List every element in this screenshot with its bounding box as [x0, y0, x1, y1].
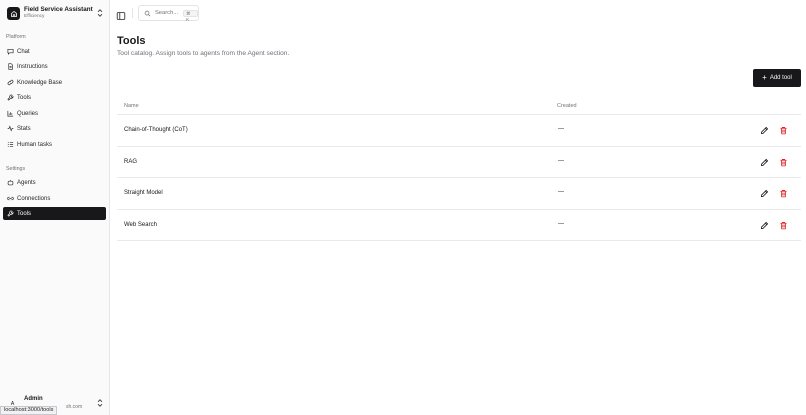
- pencil-icon: [760, 221, 769, 229]
- table-row: RAG —: [117, 147, 801, 178]
- search-placeholder: Search...: [154, 10, 179, 16]
- delete-button[interactable]: [779, 189, 788, 198]
- link-icon: [7, 196, 14, 201]
- sidebar-toggle-button[interactable]: [116, 8, 126, 20]
- delete-button[interactable]: [779, 221, 788, 230]
- plus-icon: +: [762, 73, 767, 82]
- chat-icon: [7, 48, 14, 55]
- table-row: Chain-of-Thought (CoT) —: [117, 115, 801, 147]
- tool-name: Web Search: [124, 221, 157, 228]
- chevrons-up-down-icon: [97, 9, 103, 17]
- tool-created: —: [558, 220, 564, 227]
- tool-name: Chain-of-Thought (CoT): [124, 127, 188, 133]
- pencil-icon: [760, 189, 769, 198]
- sidebar-item-tools-settings[interactable]: Tools: [3, 207, 106, 220]
- tool-created: —: [558, 157, 564, 164]
- column-header-created: Created: [557, 103, 577, 109]
- topbar-divider: [132, 8, 133, 18]
- add-tool-label: Add tool: [769, 75, 792, 81]
- wrench-icon: [7, 94, 14, 101]
- sidebar-item-label: Tools: [17, 210, 32, 217]
- column-header-name: Name: [124, 103, 139, 109]
- search-input[interactable]: Search... ⌘ K: [138, 5, 199, 22]
- sidebar-item-label: Chat: [17, 48, 30, 55]
- sidebar-item-chat[interactable]: Chat: [3, 45, 106, 58]
- chevrons-up-down-icon: [97, 399, 103, 407]
- sidebar-item-label: Agents: [17, 179, 36, 186]
- page-subtitle: Tool catalog. Assign tools to agents fro…: [117, 50, 290, 57]
- sidebar-item-agents[interactable]: Agents: [3, 176, 106, 189]
- edit-button[interactable]: [760, 126, 769, 135]
- document-icon: [8, 63, 13, 70]
- sidebar-item-label: Human tasks: [17, 141, 53, 148]
- activity-icon: [7, 125, 14, 132]
- status-bar-url: localhost:3000/tools: [0, 406, 58, 415]
- tool-name: RAG: [124, 158, 138, 165]
- sidebar-item-connections[interactable]: Connections: [3, 192, 106, 205]
- sidebar-item-instructions[interactable]: Instructions: [3, 60, 106, 73]
- trash-icon: [780, 221, 787, 229]
- sidebar-item-queries[interactable]: Queries: [3, 107, 106, 120]
- edit-button[interactable]: [760, 189, 769, 198]
- sidebar-item-label: Knowledge Base: [17, 79, 63, 86]
- trash-icon: [780, 189, 787, 198]
- search-shortcut-badge: ⌘ K: [183, 9, 198, 22]
- list-icon: [7, 142, 14, 147]
- user-email: sh.com: [66, 404, 83, 410]
- delete-button[interactable]: [779, 158, 788, 167]
- chart-icon: [7, 110, 14, 117]
- edit-button[interactable]: [760, 158, 769, 167]
- org-switcher[interactable]: Field Service Assistant Efficiency: [4, 4, 106, 23]
- search-icon: [144, 10, 151, 16]
- add-tool-button[interactable]: + Add tool: [753, 69, 801, 87]
- org-logo-icon: [7, 7, 20, 20]
- user-name: Admin: [24, 396, 43, 402]
- tool-created: —: [558, 189, 564, 195]
- sidebar-panel-icon: [116, 12, 126, 20]
- sidebar-item-human-tasks[interactable]: Human tasks: [3, 138, 106, 151]
- sidebar-item-knowledge-base[interactable]: Knowledge Base: [3, 76, 106, 89]
- table-row: Straight Model —: [117, 178, 801, 210]
- org-name: Field Service Assistant: [24, 6, 93, 14]
- sidebar: Field Service Assistant Efficiency Platf…: [0, 0, 110, 415]
- tool-name: Straight Model: [124, 190, 163, 196]
- sidebar-item-label: Queries: [17, 110, 39, 117]
- sidebar-item-tools[interactable]: Tools: [3, 91, 106, 104]
- trash-icon: [780, 126, 787, 135]
- sidebar-item-label: Instructions: [17, 63, 48, 70]
- bot-icon: [7, 180, 14, 186]
- wrench-icon: [7, 210, 14, 217]
- sidebar-item-label: Tools: [17, 94, 32, 101]
- table-row: Web Search —: [117, 210, 801, 241]
- tool-created: —: [558, 126, 564, 132]
- delete-button[interactable]: [779, 126, 788, 135]
- pencil-icon: [760, 158, 769, 166]
- page-title: Tools: [117, 35, 146, 47]
- platform-section-label: Platform: [6, 34, 26, 40]
- settings-section-label: Settings: [6, 166, 26, 172]
- pencil-icon: [760, 126, 769, 135]
- trash-icon: [780, 158, 787, 166]
- link-icon: [7, 79, 14, 86]
- edit-button[interactable]: [760, 221, 769, 230]
- sidebar-item-label: Stats: [17, 125, 31, 132]
- org-subtitle: Efficiency: [24, 13, 45, 19]
- table-header: Name Created: [117, 98, 801, 115]
- sidebar-item-stats[interactable]: Stats: [3, 122, 106, 135]
- tools-table: Name Created Chain-of-Thought (CoT) — RA…: [117, 98, 801, 241]
- sidebar-item-label: Connections: [17, 195, 51, 202]
